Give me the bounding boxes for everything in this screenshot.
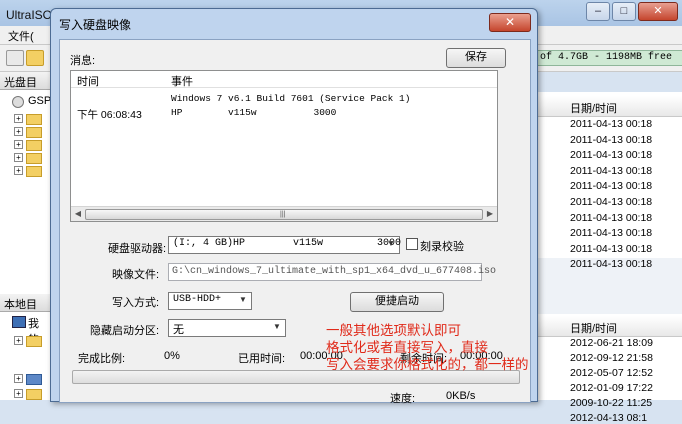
- log-row-2-event: HP v115w 3000: [171, 107, 337, 118]
- local-pane-header: 本地目: [0, 294, 50, 312]
- tree-root-item[interactable]: GSP: [12, 95, 51, 108]
- log-row-2-time: 下午 06:08:43: [77, 109, 142, 121]
- date-cell: 2011-04-13 00:18: [570, 211, 653, 224]
- iso-pane-header: 光盘目: [0, 72, 50, 90]
- tree-item[interactable]: +: [14, 138, 48, 151]
- date-header-label: 日期/时间: [570, 103, 618, 115]
- log-header-time: 时间: [77, 76, 99, 88]
- message-label: 消息:: [70, 55, 96, 67]
- folder-icon: [26, 140, 42, 151]
- date-cell: 2012-04-13 08:1: [570, 412, 648, 424]
- save-button[interactable]: 保存: [446, 48, 506, 68]
- date-column-header-bottom[interactable]: 日期/时间: [536, 316, 682, 337]
- open-folder-icon[interactable]: [26, 50, 44, 66]
- scrollbar-thumb[interactable]: |||: [85, 209, 483, 220]
- tree-item[interactable]: +: [14, 164, 48, 177]
- maximize-icon[interactable]: □: [612, 2, 636, 21]
- date-cell: 2012-01-09 17:22: [570, 382, 653, 394]
- tree-root-label: GSP: [28, 95, 52, 107]
- tree-item[interactable]: +: [14, 387, 48, 400]
- drive-select[interactable]: (I:, 4 GB)HP v115w 3000 ▼: [168, 236, 401, 254]
- tree-item[interactable]: +: [14, 372, 48, 385]
- quick-boot-button[interactable]: 便捷启动: [350, 292, 444, 312]
- disc-icon: [12, 96, 24, 108]
- progress-label: 完成比例:: [78, 353, 126, 365]
- iso-pane-title: 光盘目: [4, 77, 37, 89]
- verify-checkbox[interactable]: [406, 238, 418, 250]
- tree-item[interactable]: +: [14, 125, 48, 138]
- log-row-1-event: Windows 7 v6.1 Build 7601 (Service Pack …: [171, 93, 411, 104]
- annotation-line-1: 一般其他选项默认即可: [326, 323, 461, 338]
- date-cell: 2011-04-13 00:18: [570, 180, 653, 193]
- computer-icon: [12, 316, 26, 328]
- hidden-partition-label: 隐藏启动分区:: [90, 325, 160, 337]
- folder-icon: [26, 114, 42, 125]
- date-cell: 2009-10-22 11:25: [570, 397, 653, 409]
- close-icon[interactable]: ✕: [638, 2, 678, 21]
- tree-item[interactable]: +: [14, 112, 48, 125]
- date-cell: 2011-04-13 00:18: [570, 196, 653, 208]
- date-column-header-top[interactable]: 日期/时间: [536, 96, 682, 117]
- write-method-select[interactable]: USB-HDD+ ▼: [168, 292, 252, 310]
- annotation-line-3: 写入会要求你格式化的，都一样的: [326, 357, 529, 372]
- scroll-left-icon[interactable]: ◀: [73, 209, 83, 218]
- drive-label: 硬盘驱动器:: [108, 243, 167, 255]
- date-header-label: 日期/时间: [570, 323, 618, 335]
- log-horizontal-scrollbar[interactable]: ◀ ||| ▶: [71, 206, 497, 221]
- local-pane-title: 本地目: [4, 299, 37, 311]
- dialog-close-button[interactable]: ✕: [489, 13, 531, 32]
- window-controls: – □ ✕: [586, 2, 678, 21]
- date-cell: 2011-04-13 00:18: [570, 133, 653, 146]
- speed-label: 速度:: [390, 393, 416, 405]
- message-log[interactable]: 时间 事件 Windows 7 v6.1 Build 7601 (Service…: [70, 70, 498, 222]
- folder-icon: [26, 166, 42, 177]
- chevron-down-icon: ▼: [239, 295, 247, 304]
- log-header: 时间 事件: [71, 71, 497, 88]
- tree-local-root[interactable]: 我的: [12, 316, 46, 346]
- dialog-title: 写入硬盘映像: [59, 18, 132, 32]
- date-cell: 2011-04-13 00:18: [570, 242, 653, 255]
- chevron-down-icon: ▼: [273, 322, 281, 331]
- date-cell: 2012-06-21 18:09: [570, 337, 653, 349]
- folder-icon: [26, 127, 42, 138]
- elapsed-label: 已用时间:: [238, 353, 286, 365]
- scroll-right-icon[interactable]: ▶: [485, 209, 495, 218]
- date-cell: 2011-04-13 00:18: [570, 118, 653, 130]
- tree-item[interactable]: +: [14, 151, 48, 164]
- image-file-label: 映像文件:: [112, 269, 160, 281]
- verify-label: 刻录校验: [420, 241, 464, 253]
- speed-value: 0KB/s: [446, 390, 476, 402]
- folder-icon: [26, 336, 42, 347]
- write-method-label: 写入方式:: [112, 297, 160, 309]
- date-cell: 2011-04-13 00:18: [570, 149, 653, 162]
- drive-icon: [26, 374, 42, 385]
- date-cell: 2012-05-07 12:52: [570, 367, 653, 379]
- left-tree-pane: 光盘目 GSP + + + + + 本地目 我的 + + +: [0, 72, 51, 400]
- date-cell: 2011-04-13 00:18: [570, 258, 653, 271]
- hidden-partition-select[interactable]: 无 ▼: [168, 319, 286, 337]
- minimize-icon[interactable]: –: [586, 2, 610, 21]
- chevron-down-icon: ▼: [387, 239, 395, 248]
- folder-icon: [26, 389, 42, 400]
- menu-file[interactable]: 文件(: [8, 28, 34, 44]
- date-cell: 2011-04-13 00:18: [570, 164, 653, 177]
- image-file-field[interactable]: G:\cn_windows_7_ultimate_with_sp1_x64_dv…: [168, 263, 496, 281]
- progress-value: 0%: [164, 350, 180, 362]
- tree-item[interactable]: +: [14, 334, 48, 347]
- folder-icon: [26, 153, 42, 164]
- annotation-line-2: 格式化或者直接写入，直接: [326, 340, 488, 355]
- free-space-bar: of 4.7GB - 1198MB free: [536, 50, 682, 66]
- free-space-text: of 4.7GB - 1198MB free: [540, 52, 673, 63]
- date-cell: 2011-04-13 00:18: [570, 227, 653, 240]
- log-header-event: 事件: [171, 76, 193, 88]
- date-cell: 2012-09-12 21:58: [570, 352, 653, 364]
- new-file-icon[interactable]: [6, 50, 24, 66]
